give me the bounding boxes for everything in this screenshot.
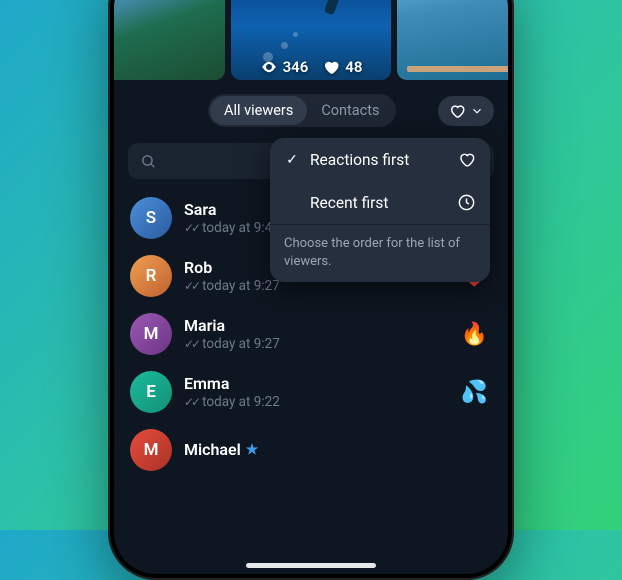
- heart-outline-icon: [448, 102, 466, 120]
- home-indicator[interactable]: [246, 563, 376, 568]
- viewer-name: Maria: [184, 316, 449, 335]
- viewer-reaction: 💦: [461, 380, 488, 405]
- avatar: M: [130, 429, 172, 471]
- viewer-row[interactable]: M Michael ★: [114, 421, 508, 479]
- check-icon: ✓: [284, 152, 300, 168]
- viewer-name: Emma: [184, 374, 449, 393]
- phone-frame: 346 48 All viewers Contacts S: [108, 0, 514, 580]
- read-checks-icon: ✓✓: [184, 337, 198, 351]
- avatar: S: [130, 197, 172, 239]
- like-count-value: 48: [345, 58, 362, 76]
- sort-option-label: Reactions first: [310, 151, 447, 169]
- like-count: 48: [322, 58, 362, 76]
- viewer-tabs: All viewers Contacts: [208, 94, 396, 127]
- sort-option-reactions-first[interactable]: ✓ Reactions first: [270, 138, 490, 181]
- read-checks-icon: ✓✓: [184, 221, 198, 235]
- eye-icon: [260, 58, 278, 76]
- viewer-name: Michael: [184, 440, 241, 459]
- tab-all-viewers[interactable]: All viewers: [210, 96, 307, 125]
- viewer-time: today at 9:27: [202, 336, 280, 352]
- screen: 346 48 All viewers Contacts S: [114, 0, 508, 574]
- viewer-time: today at 9:41: [202, 220, 280, 236]
- heart-icon: [322, 58, 340, 76]
- heart-outline-icon: [457, 150, 476, 169]
- viewer-reaction: 🔥: [461, 322, 488, 347]
- view-count-value: 346: [283, 58, 309, 76]
- sort-menu-hint: Choose the order for the list of viewers…: [270, 225, 490, 282]
- clock-icon: [457, 193, 476, 212]
- read-checks-icon: ✓✓: [184, 279, 198, 293]
- viewer-row[interactable]: M Maria ✓✓ today at 9:27 🔥: [114, 305, 508, 363]
- avatar: M: [130, 313, 172, 355]
- avatar: R: [130, 255, 172, 297]
- view-count: 346: [260, 58, 309, 76]
- sort-button[interactable]: [438, 96, 494, 126]
- read-checks-icon: ✓✓: [184, 395, 198, 409]
- star-icon: ★: [246, 442, 259, 458]
- sort-option-recent-first[interactable]: Recent first: [270, 181, 490, 224]
- viewer-time: today at 9:27: [202, 278, 280, 294]
- filter-row: All viewers Contacts: [114, 78, 508, 137]
- chevron-down-icon: [470, 104, 484, 118]
- story-stats: 346 48: [114, 58, 508, 76]
- tab-contacts[interactable]: Contacts: [307, 96, 393, 125]
- sort-option-label: Recent first: [310, 194, 447, 212]
- viewer-time: today at 9:22: [202, 394, 280, 410]
- avatar: E: [130, 371, 172, 413]
- viewer-row[interactable]: E Emma ✓✓ today at 9:22 💦: [114, 363, 508, 421]
- sort-menu: ✓ Reactions first Recent first Choose th…: [270, 138, 490, 282]
